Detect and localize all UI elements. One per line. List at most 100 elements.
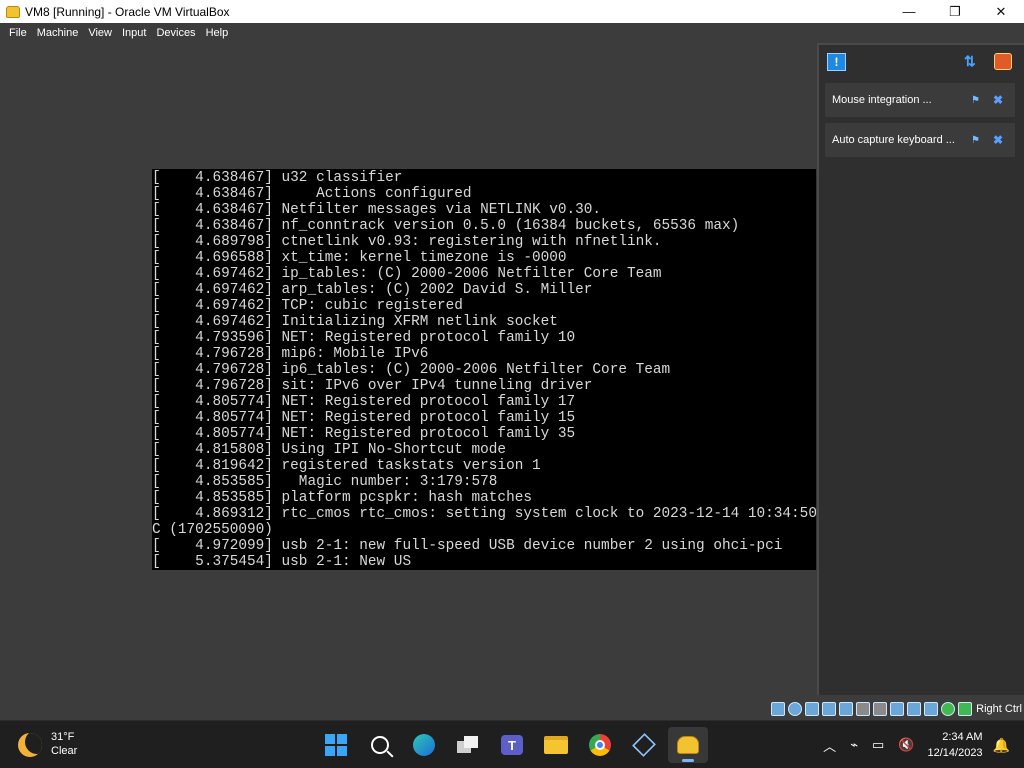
close-notification-icon[interactable]: ✖ (993, 93, 1003, 107)
clock[interactable]: 2:34 AM 12/14/2023 (928, 729, 983, 761)
weather-widget[interactable]: 31°F Clear (18, 731, 77, 759)
clock-time: 2:34 AM (942, 731, 983, 743)
windows-logo-icon (325, 734, 347, 756)
console-line: [ 4.819642] registered taskstats version… (152, 458, 541, 474)
start-button[interactable] (316, 727, 356, 763)
network-icon[interactable] (822, 702, 837, 716)
menu-devices[interactable]: Devices (151, 27, 200, 39)
network-icon[interactable]: ⌁ (850, 737, 858, 753)
console-line: [ 4.793596] NET: Registered protocol fam… (152, 330, 576, 346)
task-view-button[interactable] (448, 727, 488, 763)
console-line: [ 4.805774] NET: Registered protocol fam… (152, 426, 576, 442)
cpu-icon[interactable] (907, 702, 922, 716)
console-output: [ 4.638467] u32 classifier[ 4.638467] Ac… (152, 169, 816, 570)
console-line: [ 4.796728] ip6_tables: (C) 2000-2006 Ne… (152, 362, 671, 378)
shared-folders-icon[interactable] (856, 702, 871, 716)
clear-notifications-icon[interactable] (994, 53, 1012, 70)
audio-icon[interactable] (805, 702, 820, 716)
system-tray: ︿ ⌁ ▭ 🔇 2:34 AM 12/14/2023 🔔 (816, 721, 1024, 768)
teams-button[interactable]: T (492, 727, 532, 763)
console-line: [ 4.697462] TCP: cubic registered (152, 298, 463, 314)
windows-taskbar: 31°F Clear T ︿ ⌁ ▭ 🔇 2:34 AM 12/14/2023 … (0, 720, 1024, 768)
console-line: [ 4.815808] Using IPI No-Shortcut mode (152, 442, 507, 458)
console-line: [ 4.972099] usb 2-1: new full-speed USB … (152, 538, 783, 554)
console-line: [ 4.796728] mip6: Mobile IPv6 (152, 346, 429, 362)
notification-bell-icon[interactable]: 🔔 (993, 737, 1010, 754)
notification-mouse-integration[interactable]: Mouse integration ... ⚑ ✖ (825, 83, 1015, 117)
pin-icon[interactable]: ⚑ (971, 95, 980, 106)
file-explorer-button[interactable] (536, 727, 576, 763)
search-icon (371, 736, 389, 754)
weather-condition: Clear (51, 745, 78, 757)
pin-icon[interactable]: ⚑ (971, 135, 980, 146)
edge-dev-button[interactable] (404, 727, 444, 763)
host-key-label: Right Ctrl (976, 703, 1022, 715)
sort-order-icon[interactable]: ⇅ (964, 53, 976, 70)
console-line: [ 4.696588] xt_time: kernel timezone is … (152, 250, 567, 266)
maximize-button[interactable]: ❐ (932, 0, 978, 23)
console-line: [ 4.853585] platform pcspkr: hash matche… (152, 490, 532, 506)
console-line: [ 4.805774] NET: Registered protocol fam… (152, 394, 576, 410)
close-notification-icon[interactable]: ✖ (993, 133, 1003, 147)
console-line: [ 4.689798] ctnetlink v0.93: registering… (152, 234, 662, 250)
console-line: [ 4.697462] ip_tables: (C) 2000-2006 Net… (152, 266, 662, 282)
console-line: [ 4.796728] sit: IPv6 over IPv4 tunnelin… (152, 378, 593, 394)
search-button[interactable] (360, 727, 400, 763)
console-line: [ 4.697462] arp_tables: (C) 2002 David S… (152, 282, 593, 298)
recording-icon[interactable] (890, 702, 905, 716)
console-line: [ 4.638467] u32 classifier (152, 170, 403, 186)
virtualbox-icon (632, 733, 656, 757)
menu-bar: File Machine View Input Devices Help (0, 23, 1024, 42)
menu-view[interactable]: View (83, 27, 117, 39)
console-line: [ 5.375454] usb 2-1: New US (152, 554, 412, 570)
clock-date: 12/14/2023 (927, 747, 983, 759)
window-title: VM8 [Running] - Oracle VM VirtualBox (25, 4, 230, 19)
usb-icon[interactable] (839, 702, 854, 716)
virtualbox-manager-button[interactable] (624, 727, 664, 763)
notification-label: Mouse integration ... (832, 94, 932, 106)
console-line: C (1702550090) (152, 522, 273, 538)
hard-disk-icon[interactable] (771, 702, 786, 716)
moon-icon (18, 733, 42, 757)
weather-temperature: 31°F (51, 731, 75, 743)
edge-icon (413, 734, 435, 756)
console-line: [ 4.805774] NET: Registered protocol fam… (152, 410, 576, 426)
window-title-bar: VM8 [Running] - Oracle VM VirtualBox — ❐… (0, 0, 1024, 23)
console-line: [ 4.853585] Magic number: 3:179:578 (152, 474, 498, 490)
taskbar-apps: T (316, 727, 712, 763)
task-view-icon (457, 736, 479, 754)
optical-drive-icon[interactable] (788, 702, 803, 716)
menu-help[interactable]: Help (201, 27, 234, 39)
menu-machine[interactable]: Machine (32, 27, 84, 39)
vm8-window-button[interactable] (668, 727, 708, 763)
vm-status-bar: Right Ctrl (0, 698, 1024, 720)
console-line: [ 4.638467] Actions configured (152, 186, 472, 202)
virtualization-icon[interactable] (924, 702, 939, 716)
virtualbox-vm-icon (6, 5, 20, 18)
chevron-up-icon[interactable]: ︿ (823, 736, 836, 755)
volume-muted-icon[interactable]: 🔇 (898, 737, 914, 753)
keyboard-capture-icon[interactable] (958, 702, 973, 716)
console-line: [ 4.697462] Initializing XFRM netlink so… (152, 314, 558, 330)
display-icon[interactable]: ▭ (872, 737, 884, 753)
menu-file[interactable]: File (4, 27, 32, 39)
notification-header: ! ⇅ (819, 45, 1024, 79)
console-line: [ 4.638467] Netfilter messages via NETLI… (152, 202, 602, 218)
vm-icon (677, 736, 699, 754)
menu-input[interactable]: Input (117, 27, 151, 39)
close-button[interactable]: ✕ (978, 0, 1024, 23)
guest-display[interactable]: [ 4.638467] u32 classifier[ 4.638467] Ac… (152, 169, 816, 570)
chrome-icon (589, 734, 611, 756)
display-icon[interactable] (873, 702, 888, 716)
notification-info-icon[interactable]: ! (827, 53, 846, 71)
window-controls: — ❐ ✕ (886, 0, 1024, 23)
console-line: [ 4.869312] rtc_cmos rtc_cmos: setting s… (152, 506, 816, 522)
chrome-button[interactable] (580, 727, 620, 763)
notification-label: Auto capture keyboard ... (832, 134, 955, 146)
mouse-integration-icon[interactable] (941, 702, 956, 716)
console-line: [ 4.638467] nf_conntrack version 0.5.0 (… (152, 218, 740, 234)
folder-icon (544, 736, 568, 754)
notification-auto-capture-keyboard[interactable]: Auto capture keyboard ... ⚑ ✖ (825, 123, 1015, 157)
notification-center: ! ⇅ Mouse integration ... ⚑ ✖ Auto captu… (817, 43, 1024, 695)
minimize-button[interactable]: — (886, 0, 932, 23)
